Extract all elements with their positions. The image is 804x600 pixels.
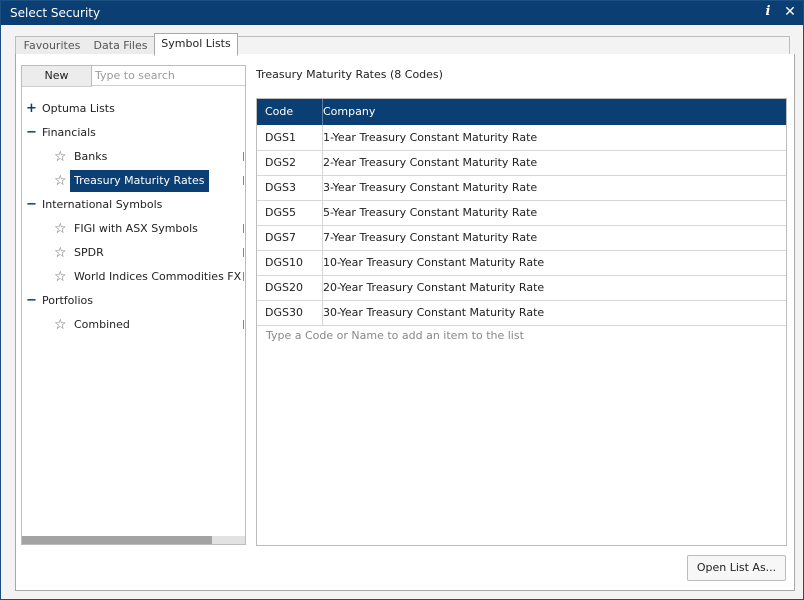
star-icon[interactable]: ☆ <box>54 219 67 239</box>
cell-code: DGS30 <box>257 300 323 325</box>
select-security-dialog: Select Security i ✕ Favourites Data File… <box>0 0 804 600</box>
collapse-icon[interactable]: − <box>26 123 37 143</box>
tree-group-financials[interactable]: − Financials <box>22 123 245 143</box>
tree-item-label: SPDR <box>74 246 104 259</box>
cell-company: 2-Year Treasury Constant Maturity Rate <box>323 156 538 169</box>
table-row[interactable]: DGS2 2-Year Treasury Constant Maturity Ra… <box>257 150 786 176</box>
tree-item-label: Treasury Maturity Rates <box>70 170 209 192</box>
cell-code: DGS10 <box>257 250 323 275</box>
tree-item-label: Optuma Lists <box>42 102 115 115</box>
cell-code: DGS2 <box>257 150 323 175</box>
cell-code: DGS1 <box>257 125 323 150</box>
cell-company: 1-Year Treasury Constant Maturity Rate <box>323 131 538 144</box>
star-icon[interactable]: ☆ <box>54 315 67 335</box>
symbols-table: Code Company DGS1 1-Year Treasury Constan… <box>256 98 787 546</box>
truncated-column-edge <box>243 224 244 233</box>
cell-company: 5-Year Treasury Constant Maturity Rate <box>323 206 538 219</box>
tree-group-portfolios[interactable]: − Portfolios <box>22 291 245 311</box>
info-icon[interactable]: i <box>760 4 776 22</box>
cell-company: 30-Year Treasury Constant Maturity Rate <box>323 306 545 319</box>
tree-item-label: World Indices Commodities FX <box>74 270 242 283</box>
tree-item-banks[interactable]: ☆ Banks <box>22 147 245 167</box>
window-title: Select Security <box>10 6 101 20</box>
horizontal-scrollbar[interactable] <box>22 536 245 544</box>
tree-group-optuma-lists[interactable]: + Optuma Lists <box>22 99 245 119</box>
tree-item-label: FIGI with ASX Symbols <box>74 222 198 235</box>
table-row[interactable]: DGS5 5-Year Treasury Constant Maturity Ra… <box>257 200 786 226</box>
tab-data-files[interactable]: Data Files <box>87 36 155 54</box>
cell-company: 10-Year Treasury Constant Maturity Rate <box>323 256 545 269</box>
table-row[interactable]: DGS20 20-Year Treasury Constant Maturity … <box>257 275 786 301</box>
table-row[interactable]: DGS10 10-Year Treasury Constant Maturity … <box>257 250 786 276</box>
symbol-lists-pane: New +Optuma Lists−Financials☆Banks☆Treas… <box>21 65 246 545</box>
truncated-column-edge <box>243 320 244 329</box>
truncated-column-edge <box>243 176 244 185</box>
cell-code: DGS20 <box>257 275 323 300</box>
expand-icon[interactable]: + <box>26 99 37 119</box>
cell-code: DGS3 <box>257 175 323 200</box>
tree-item-combined[interactable]: ☆ Combined <box>22 315 245 335</box>
list-title: Treasury Maturity Rates (8 Codes) <box>256 68 443 81</box>
table-row[interactable]: DGS1 1-Year Treasury Constant Maturity Ra… <box>257 125 786 151</box>
star-icon[interactable]: ☆ <box>54 171 67 191</box>
tree-item-world-indices-commodities-fx[interactable]: ☆ World Indices Commodities FX <box>22 267 245 287</box>
scrollbar-thumb[interactable] <box>22 536 212 544</box>
cell-code: DGS7 <box>257 225 323 250</box>
search-input[interactable] <box>92 66 245 86</box>
cell-company: 3-Year Treasury Constant Maturity Rate <box>323 181 538 194</box>
truncated-column-edge <box>243 152 244 161</box>
tree-item-spdr[interactable]: ☆ SPDR <box>22 243 245 263</box>
tab-strip: Favourites Data Files Symbol Lists <box>15 33 790 56</box>
add-item-hint[interactable]: Type a Code or Name to add an item to th… <box>266 329 524 342</box>
close-icon[interactable]: ✕ <box>782 4 798 22</box>
column-header-company[interactable]: Company <box>323 99 375 125</box>
table-row[interactable]: DGS30 30-Year Treasury Constant Maturity … <box>257 300 786 326</box>
table-header: Code Company <box>257 99 786 125</box>
table-row[interactable]: DGS3 3-Year Treasury Constant Maturity Ra… <box>257 175 786 201</box>
star-icon[interactable]: ☆ <box>54 243 67 263</box>
table-row[interactable]: DGS7 7-Year Treasury Constant Maturity Ra… <box>257 225 786 251</box>
cell-company: 7-Year Treasury Constant Maturity Rate <box>323 231 538 244</box>
new-list-button[interactable]: New <box>22 66 92 87</box>
tree-item-label: Combined <box>74 318 130 331</box>
tab-favourites[interactable]: Favourites <box>15 36 89 54</box>
tree-item-label: International Symbols <box>42 198 163 211</box>
title-bar: Select Security i ✕ <box>1 1 803 25</box>
collapse-icon[interactable]: − <box>26 291 37 311</box>
open-list-as-button[interactable]: Open List As... <box>687 555 786 581</box>
tree-item-label: Financials <box>42 126 96 139</box>
tree-item-label: Portfolios <box>42 294 93 307</box>
truncated-column-edge <box>243 248 244 257</box>
tree-item-figi-with-asx-symbols[interactable]: ☆ FIGI with ASX Symbols <box>22 219 245 239</box>
star-icon[interactable]: ☆ <box>54 147 67 167</box>
tree-item-treasury-maturity-rates[interactable]: ☆ Treasury Maturity Rates <box>22 170 245 192</box>
tab-content: New +Optuma Lists−Financials☆Banks☆Treas… <box>15 54 795 591</box>
tree-item-label: Banks <box>74 150 108 163</box>
tree-group-international-symbols[interactable]: − International Symbols <box>22 195 245 215</box>
tab-symbol-lists[interactable]: Symbol Lists <box>154 33 238 56</box>
column-header-code[interactable]: Code <box>257 99 323 125</box>
star-icon[interactable]: ☆ <box>54 267 67 287</box>
collapse-icon[interactable]: − <box>26 195 37 215</box>
cell-code: DGS5 <box>257 200 323 225</box>
cell-company: 20-Year Treasury Constant Maturity Rate <box>323 281 545 294</box>
